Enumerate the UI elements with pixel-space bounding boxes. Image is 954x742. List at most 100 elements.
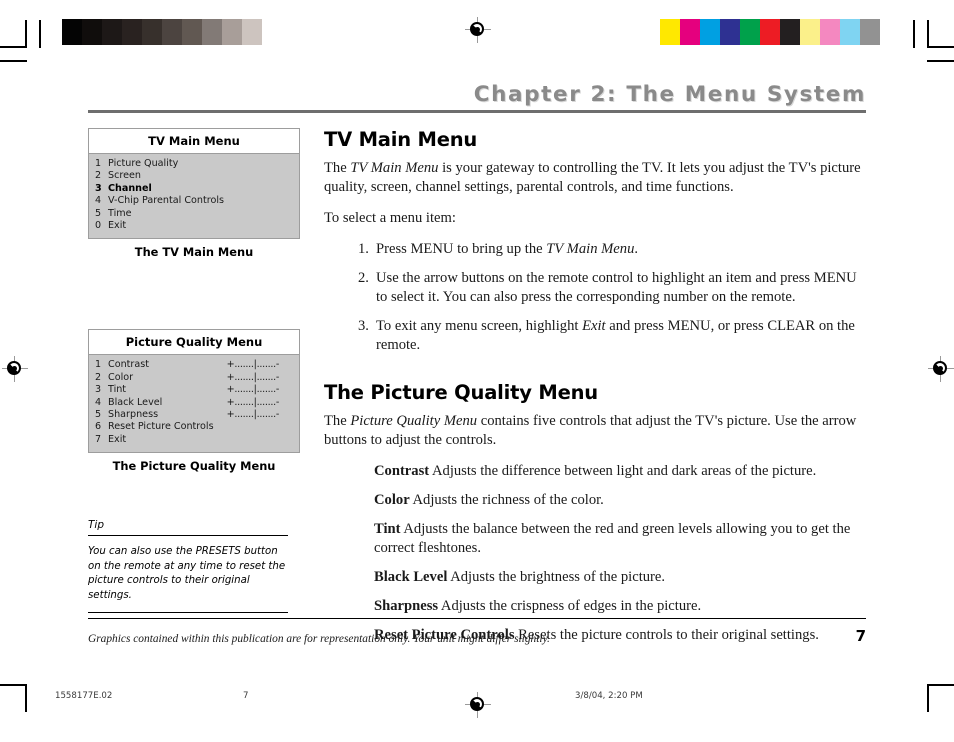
picture-quality-menu-box: Picture Quality Menu 1 Contrast +.......… [88,329,300,454]
calibration-swatch [820,19,840,45]
calibration-swatch [760,19,780,45]
definition-item: Color Adjusts the richness of the color. [374,491,866,510]
select-menu-item-line: To select a menu item: [324,210,456,226]
intro-lead: The [324,413,351,429]
menu-item-row[interactable]: 7 Exit [89,434,299,446]
section1-intro-paragraph: The TV Main Menu is your gateway to cont… [324,159,866,197]
registration-mark-top [465,17,491,43]
chapter-title: Chapter 2: The Menu System [473,82,866,107]
crop-mark-bottom-left-horizontal [0,684,27,686]
calibration-swatch [680,19,700,45]
menu-item-number: 4 [95,396,102,408]
step-rest: . [634,241,639,257]
page-footer: Graphics contained within this publicati… [88,618,866,645]
definition-term: Sharpness [374,598,439,614]
crop-mark-bottom-left-vertical [25,684,27,712]
header-rule [88,110,866,113]
color-calibration-strip [660,19,880,45]
menu-item-label: Picture Quality [108,158,179,169]
calibration-swatch [700,19,720,45]
picture-quality-menu-box-title: Picture Quality Menu [89,330,299,356]
menu-item-row[interactable]: 2 Screen [89,170,299,182]
crop-mark-top-left-horizontal [0,46,27,48]
calibration-swatch [182,19,202,45]
menu-item-number: 1 [95,158,102,169]
crop-mark-top-right-vertical [927,20,929,48]
step-emphasis: Exit [582,318,606,334]
menu-item-number: 2 [95,371,102,383]
definition-term: Tint [374,521,401,537]
definition-item: Tint Adjusts the balance between the red… [374,520,866,558]
crop-mark-bottom-right-vertical [927,684,929,712]
page-number: 7 [855,627,866,645]
calibration-swatch [740,19,760,45]
menu-item-number: 5 [95,207,102,219]
tv-main-menu-box-title: TV Main Menu [89,129,299,154]
tip-label: Tip [88,519,104,532]
calibration-swatch [82,19,102,45]
figure-caption-picture-quality-menu: The Picture Quality Menu [112,459,276,474]
step-lead: Use the arrow buttons on the remote cont… [376,270,857,305]
menu-item-row[interactable]: 6 Reset Picture Controls [89,421,299,433]
menu-item-number: 5 [95,409,102,421]
calibration-swatch [102,19,122,45]
menu-item-number: 4 [95,195,102,207]
crop-mark-top-left-vertical [25,20,27,48]
calibration-swatch [720,19,740,45]
calibration-swatch [202,19,222,45]
menu-item-row[interactable]: 4 V-Chip Parental Controls [89,195,299,207]
menu-item-slider[interactable]: +.......|.......- [227,409,293,421]
print-page-number: 7 [243,691,249,701]
definition-text: Adjusts the difference between light and… [429,463,817,479]
definition-term: Black Level [374,569,448,585]
figures-column: TV Main Menu 1 Picture Quality 2 Screen … [88,128,300,613]
menu-item-slider[interactable]: +.......|.......- [227,384,293,396]
menu-item-slider[interactable]: +.......|.......- [227,397,293,409]
menu-item-label: Time [108,207,132,219]
calibration-swatch [780,19,800,45]
registration-mark-right [928,356,954,382]
tv-main-menu-items: 1 Picture Quality 2 Screen 3 Channel 4 V… [89,154,299,238]
calibration-swatch [800,19,820,45]
menu-item-row[interactable]: 0 Exit [89,220,299,232]
menu-item-row[interactable]: 4 Black Level +.......|.......- [89,397,299,409]
calibration-swatch [262,19,282,45]
menu-item-row[interactable]: 5 Time [89,208,299,220]
main-content-column: TV Main Menu The TV Main Menu is your ga… [324,128,866,655]
section2-intro-paragraph: The Picture Quality Menu contains five c… [324,412,866,450]
step-item: To exit any menu screen, highlight Exit … [358,317,866,355]
menu-item-row[interactable]: 5 Sharpness +.......|.......- [89,409,299,421]
menu-item-slider[interactable]: +.......|.......- [227,372,293,384]
definition-item: Black Level Adjusts the brightness of th… [374,568,866,587]
menu-item-row[interactable]: 3 Tint +.......|.......- [89,384,299,396]
menu-item-label: Screen [108,170,141,182]
menu-item-row[interactable]: 2 Color +.......|.......- [89,372,299,384]
menu-item-number: 3 [95,182,102,194]
menu-item-label: Exit [108,433,127,445]
definition-text: Adjusts the richness of the color. [409,492,604,508]
crop-mark-bottom-right-horizontal [927,684,954,686]
menu-item-row[interactable]: 1 Picture Quality [89,158,299,170]
calibration-swatch [860,19,880,45]
crop-mark-top-right-inner-vertical [913,20,915,48]
step-emphasis: TV Main Menu [546,241,635,257]
step-item: Use the arrow buttons on the remote cont… [358,269,866,307]
definition-term: Color [374,492,410,508]
menu-item-number: 2 [95,170,102,182]
crop-mark-top-left-inner-vertical [39,20,41,48]
menu-item-label: Sharpness [108,409,159,421]
menu-item-row[interactable]: 1 Contrast +.......|.......- [89,359,299,371]
definition-term: Contrast [374,463,430,479]
menu-item-label: Tint [108,384,127,396]
calibration-swatch [660,19,680,45]
menu-item-slider[interactable]: +.......|.......- [227,359,293,371]
figure-picture-quality-menu: Picture Quality Menu 1 Contrast +.......… [88,329,300,473]
definition-text: Adjusts the brightness of the picture. [447,569,666,585]
menu-item-number: 0 [95,220,102,232]
calibration-swatch [242,19,262,45]
menu-item-row-selected[interactable]: 3 Channel [89,183,299,195]
steps-list: Press MENU to bring up the TV Main Menu.… [324,240,866,355]
menu-item-label: Contrast [108,359,149,371]
figure-caption-tv-main-menu: The TV Main Menu [134,245,254,260]
step-item: Press MENU to bring up the TV Main Menu. [358,240,866,259]
